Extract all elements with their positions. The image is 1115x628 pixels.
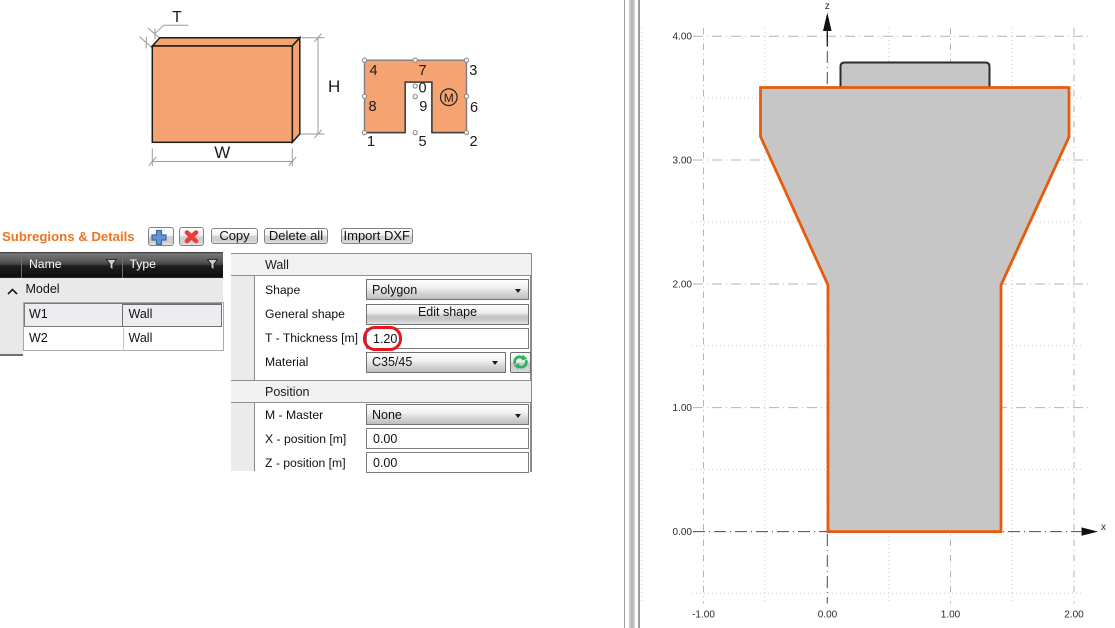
svg-text:T: T: [172, 9, 182, 26]
svg-text:0: 0: [419, 81, 427, 97]
svg-text:6: 6: [470, 100, 478, 116]
svg-text:z: z: [825, 1, 830, 12]
svg-text:H: H: [328, 77, 340, 96]
svg-text:2.00: 2.00: [1064, 609, 1084, 620]
svg-text:1: 1: [367, 134, 375, 150]
svg-text:x: x: [1101, 522, 1106, 533]
svg-text:2: 2: [470, 134, 478, 150]
svg-text:2.00: 2.00: [673, 280, 693, 291]
svg-text:7: 7: [419, 63, 427, 79]
svg-text:5: 5: [419, 134, 427, 150]
svg-text:3.00: 3.00: [673, 156, 693, 167]
svg-text:9: 9: [419, 99, 427, 115]
svg-text:4.00: 4.00: [673, 32, 693, 43]
svg-text:-1.00: -1.00: [692, 609, 715, 620]
svg-text:W: W: [214, 143, 230, 162]
svg-text:0.00: 0.00: [673, 527, 693, 538]
svg-text:1.00: 1.00: [673, 403, 693, 414]
svg-text:M: M: [444, 91, 454, 105]
svg-text:3: 3: [469, 63, 477, 79]
svg-text:0.00: 0.00: [818, 609, 838, 620]
svg-text:4: 4: [370, 63, 378, 79]
svg-text:8: 8: [369, 99, 377, 115]
svg-text:1.00: 1.00: [941, 609, 961, 620]
